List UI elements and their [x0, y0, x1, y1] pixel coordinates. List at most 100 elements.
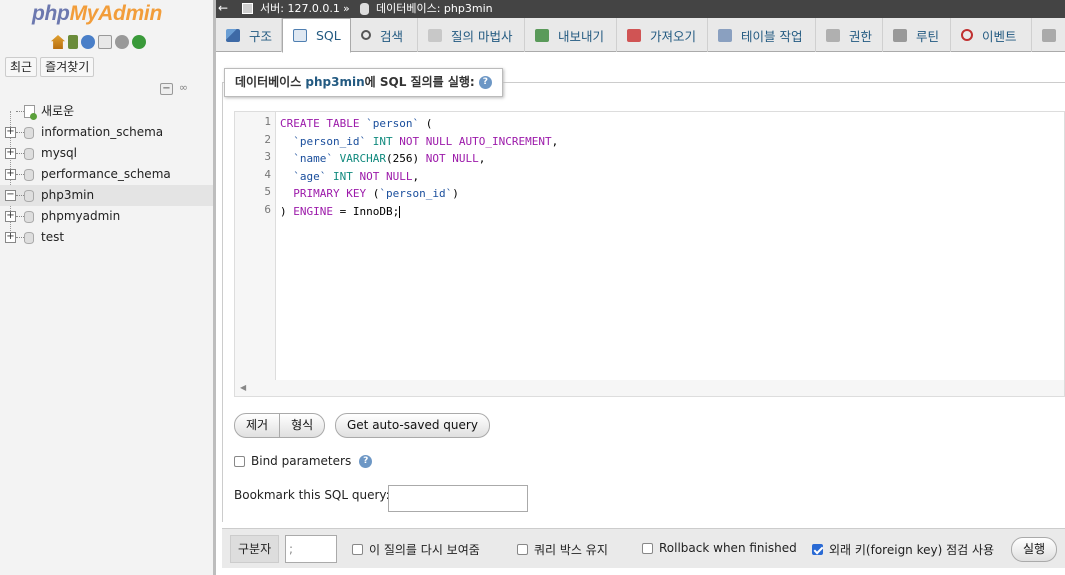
tab-more[interactable]: [1032, 18, 1065, 52]
tab-query[interactable]: 질의 마법사: [418, 18, 525, 52]
retain-query-box-checkbox[interactable]: [517, 544, 528, 555]
tab-export[interactable]: 내보내기: [525, 18, 617, 52]
sql-fieldset-legend: 데이터베이스 php3min에 SQL 질의를 실행: ?: [224, 68, 503, 97]
query-options-bar: 구분자 ; 이 질의를 다시 보여줌 쿼리 박스 유지 Rollback whe…: [222, 528, 1065, 568]
show-query-again-option[interactable]: 이 질의를 다시 보여줌: [352, 541, 480, 558]
bind-parameters-checkbox[interactable]: [234, 455, 245, 467]
import-icon: [627, 28, 641, 42]
export-icon: [535, 28, 549, 42]
link-icon[interactable]: ∞: [177, 82, 190, 95]
bookmark-label: Bookmark this SQL query:: [234, 488, 390, 502]
main-tabs: 구조 SQL 검색 질의 마법사 내보내기 가져오기 테이블 작업 권한 루틴 …: [216, 18, 1065, 53]
breadcrumb-server[interactable]: 서버: 127.0.0.1: [260, 0, 340, 17]
nav-icon-bar: [51, 35, 146, 49]
routines-icon: [893, 28, 907, 42]
line-number: 4: [264, 168, 271, 181]
more-icon: [1042, 28, 1056, 42]
delimiter-input[interactable]: ;: [285, 535, 337, 563]
expand-icon[interactable]: +: [5, 127, 16, 138]
expand-icon[interactable]: +: [5, 148, 16, 159]
horizontal-scrollbar[interactable]: ◀: [235, 380, 1064, 396]
sql-code-line: ) ENGINE = InnoDB;: [280, 204, 401, 218]
database-tree: 새로운 + information_schema + mysql + perfo…: [0, 101, 213, 248]
wrench-icon: [718, 28, 732, 42]
sql-code-line: `name` VARCHAR(256) NOT NULL,: [293, 152, 486, 166]
tree-item-information-schema[interactable]: + information_schema: [0, 122, 213, 143]
help-icon[interactable]: ?: [359, 454, 373, 468]
query-icon: [428, 28, 442, 42]
new-database-icon: [24, 105, 37, 120]
tab-search[interactable]: 검색: [351, 18, 418, 52]
sql-icon: [293, 29, 307, 42]
delimiter-label: 구분자: [230, 535, 280, 563]
documentation-icon[interactable]: [98, 35, 112, 49]
collapse-all-icon[interactable]: −: [160, 83, 173, 95]
database-icon: [24, 190, 34, 202]
search-icon: [361, 30, 371, 40]
foreign-key-checks-option[interactable]: 외래 키(foreign key) 점검 사용: [812, 541, 994, 558]
tree-item-phpmyadmin[interactable]: + phpmyadmin: [0, 206, 213, 227]
go-button[interactable]: 실행: [1011, 537, 1058, 562]
tree-connector: [16, 153, 24, 154]
expand-icon[interactable]: +: [5, 169, 16, 180]
nav-resize-handle[interactable]: [213, 0, 216, 575]
phpmyadmin-logo[interactable]: phpMyAdmin: [32, 2, 162, 26]
text-cursor: [399, 205, 401, 218]
retain-query-box-option[interactable]: 쿼리 박스 유지: [517, 541, 608, 558]
tree-item-label: 새로운: [41, 104, 75, 118]
settings-icon[interactable]: [115, 35, 129, 49]
tab-sql[interactable]: SQL: [282, 18, 351, 53]
home-icon[interactable]: [51, 35, 65, 49]
tree-item-performance-schema[interactable]: + performance_schema: [0, 164, 213, 185]
breadcrumb-database[interactable]: 데이터베이스: php3min: [376, 0, 493, 17]
favorites-button[interactable]: 즐겨찾기: [40, 57, 95, 77]
show-query-again-checkbox[interactable]: [352, 544, 363, 555]
rollback-checkbox[interactable]: [642, 542, 653, 554]
recent-button[interactable]: 최근: [5, 57, 38, 77]
line-number: 1: [264, 115, 271, 128]
tab-operations[interactable]: 테이블 작업: [708, 18, 816, 52]
tree-item-label: phpmyadmin: [41, 209, 121, 223]
sql-code-line: `age` INT NOT NULL,: [293, 169, 420, 183]
structure-icon: [226, 28, 240, 42]
tab-privileges[interactable]: 권한: [816, 18, 883, 52]
tree-item-mysql[interactable]: + mysql: [0, 143, 213, 164]
tree-item-test[interactable]: + test: [0, 227, 213, 248]
bookmark-input[interactable]: [388, 485, 528, 512]
privileges-icon: [826, 28, 840, 42]
get-auto-saved-query-button[interactable]: Get auto-saved query: [335, 413, 490, 438]
logout-icon[interactable]: [68, 35, 78, 49]
scroll-left-icon[interactable]: ◀: [240, 383, 246, 392]
line-number: 2: [264, 133, 271, 146]
tree-connector: [16, 195, 24, 196]
collapse-icon[interactable]: −: [5, 190, 16, 201]
back-arrow-icon[interactable]: ←: [218, 0, 228, 17]
rollback-when-finished-option[interactable]: Rollback when finished: [642, 541, 797, 555]
sql-code-area[interactable]: CREATE TABLE `person` ( `person_id` INT …: [276, 112, 1064, 382]
tree-item-label: performance_schema: [41, 167, 171, 181]
sql-code: CREATE TABLE `person` ( `person_id` INT …: [280, 115, 558, 221]
line-number: 5: [264, 185, 271, 198]
expand-icon[interactable]: +: [5, 211, 16, 222]
help-icon[interactable]: ?: [478, 76, 492, 89]
database-icon: [360, 3, 369, 15]
database-icon: [24, 148, 34, 160]
tab-routines[interactable]: 루틴: [883, 18, 951, 52]
nav-recent-favorites: 최근 즐겨찾기: [5, 57, 95, 77]
tab-import[interactable]: 가져오기: [617, 18, 708, 52]
expand-icon[interactable]: +: [5, 232, 16, 243]
bind-parameters-row: Bind parameters ?: [234, 454, 373, 468]
breadcrumb-separator: »: [343, 2, 350, 15]
tab-structure[interactable]: 구조: [216, 18, 282, 52]
line-number: 3: [264, 150, 271, 163]
foreign-key-checks-checkbox[interactable]: [812, 544, 823, 555]
help-icon[interactable]: [81, 35, 95, 49]
tree-item-php3min[interactable]: − php3min: [0, 185, 213, 206]
tab-events[interactable]: 이벤트: [951, 18, 1032, 52]
format-button[interactable]: 형식: [280, 413, 326, 438]
clear-button[interactable]: 제거: [234, 413, 281, 438]
tree-item-new[interactable]: 새로운: [0, 101, 213, 122]
server-icon: [242, 3, 253, 14]
sql-editor[interactable]: 1 2 3 4 5 6 CREATE TABLE `person` ( `per…: [234, 111, 1065, 397]
reload-icon[interactable]: [132, 35, 146, 49]
